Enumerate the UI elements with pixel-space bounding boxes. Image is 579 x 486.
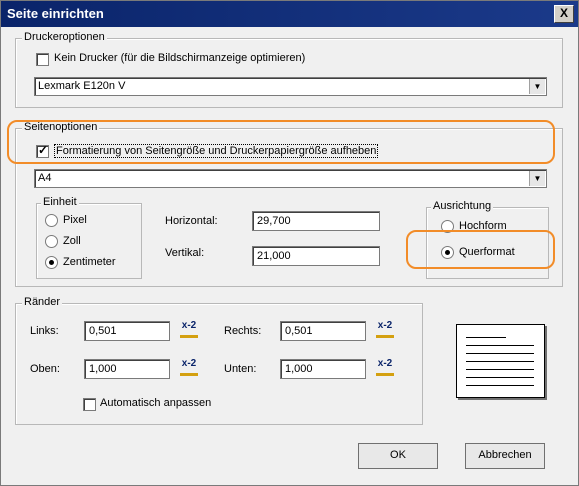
right-margin-spin-icon[interactable]: x-2: [374, 320, 396, 339]
right-margin-input[interactable]: 0,501: [280, 321, 366, 341]
printer-options-label: Druckeroptionen: [22, 31, 107, 43]
override-format-label: Formatierung von Seitengröße und Drucker…: [54, 144, 379, 158]
unit-inch-label: Zoll: [63, 235, 81, 247]
spin-icon-bar: [376, 373, 394, 376]
title-bar: Seite einrichten X: [1, 1, 578, 27]
chevron-down-icon[interactable]: ▼: [529, 171, 545, 186]
radio-selected-dot: [49, 260, 54, 265]
close-icon: X: [559, 6, 568, 20]
horizontal-label: Horizontal:: [165, 215, 218, 227]
left-margin-spin-icon[interactable]: x-2: [178, 320, 200, 339]
override-format-checkbox[interactable]: ✓: [36, 143, 49, 158]
portrait-radio[interactable]: [441, 220, 454, 233]
unit-pixel-radio[interactable]: [45, 214, 58, 227]
spin-icon-bar: [376, 335, 394, 338]
horizontal-value: 29,700: [257, 215, 291, 227]
ok-button[interactable]: OK: [358, 443, 438, 469]
orientation-group: Ausrichtung Hochform Querformat: [426, 200, 549, 279]
top-margin-spin-icon[interactable]: x-2: [178, 358, 200, 377]
margins-label: Ränder: [22, 296, 63, 308]
portrait-label: Hochform: [459, 220, 507, 232]
preview-line: [466, 337, 506, 338]
vertical-value: 21,000: [257, 250, 291, 262]
right-margin-label: Rechts:: [224, 325, 262, 337]
landscape-label: Querformat: [459, 246, 515, 258]
no-printer-label: Kein Drucker (für die Bildschirmanzeige …: [54, 52, 306, 64]
spin-icon-label: x-2: [181, 358, 197, 369]
preview-line: [466, 369, 534, 370]
unit-inch-radio[interactable]: [45, 235, 58, 248]
horizontal-input[interactable]: 29,700: [252, 211, 380, 231]
preview-line: [466, 377, 534, 378]
left-margin-label: Links:: [30, 325, 59, 337]
unit-cm-radio[interactable]: [45, 256, 58, 269]
vertical-label: Vertikal:: [165, 247, 205, 259]
right-margin-value: 0,501: [285, 325, 313, 337]
bottom-margin-label: Unten:: [224, 363, 257, 375]
chevron-down-icon[interactable]: ▼: [529, 79, 545, 94]
preview-line: [466, 345, 534, 346]
printer-options-group: Druckeroptionen Kein Drucker (für die Bi…: [15, 31, 563, 108]
bottom-margin-input[interactable]: 1,000: [280, 359, 366, 379]
spin-icon-label: x-2: [181, 320, 197, 331]
paper-size-value: A4: [38, 172, 52, 184]
left-margin-input[interactable]: 0,501: [84, 321, 170, 341]
bottom-margin-spin-icon[interactable]: x-2: [374, 358, 396, 377]
unit-group: Einheit Pixel Zoll Zentimeter: [36, 196, 142, 279]
auto-fit-label: Automatisch anpassen: [100, 397, 212, 409]
vertical-input[interactable]: 21,000: [252, 246, 380, 266]
no-printer-checkbox[interactable]: [36, 53, 49, 66]
preview-line: [466, 385, 534, 386]
printer-select[interactable]: Lexmark E120n V ▼: [34, 77, 547, 96]
page-options-label: Seitenoptionen: [22, 121, 100, 133]
left-margin-value: 0,501: [89, 325, 117, 337]
unit-cm-label: Zentimeter: [63, 256, 116, 268]
bottom-margin-value: 1,000: [285, 363, 313, 375]
spin-icon-label: x-2: [377, 320, 393, 331]
top-margin-input[interactable]: 1,000: [84, 359, 170, 379]
page-setup-dialog: Seite einrichten X Druckeroptionen Kein …: [0, 0, 579, 486]
top-margin-value: 1,000: [89, 363, 117, 375]
spin-icon-bar: [180, 373, 198, 376]
paper-size-select[interactable]: A4 ▼: [34, 169, 547, 188]
preview-line: [466, 353, 534, 354]
orientation-label: Ausrichtung: [431, 200, 494, 212]
preview-line: [466, 361, 534, 362]
close-button[interactable]: X: [554, 5, 574, 23]
page-options-group: Seitenoptionen ✓ Formatierung von Seiten…: [15, 121, 563, 287]
unit-pixel-label: Pixel: [63, 214, 87, 226]
top-margin-label: Oben:: [30, 363, 60, 375]
check-icon: ✓: [38, 143, 49, 157]
cancel-button[interactable]: Abbrechen: [465, 443, 545, 469]
dialog-title: Seite einrichten: [7, 6, 104, 21]
unit-label: Einheit: [41, 196, 79, 208]
spin-icon-bar: [180, 335, 198, 338]
landscape-radio[interactable]: [441, 246, 454, 259]
auto-fit-checkbox[interactable]: [83, 398, 96, 411]
radio-selected-dot: [445, 250, 450, 255]
page-preview: [456, 324, 545, 398]
spin-icon-label: x-2: [377, 358, 393, 369]
margins-group: Ränder Links: 0,501 x-2 Rechts: 0,501 x-…: [15, 296, 423, 425]
printer-select-value: Lexmark E120n V: [38, 80, 126, 92]
